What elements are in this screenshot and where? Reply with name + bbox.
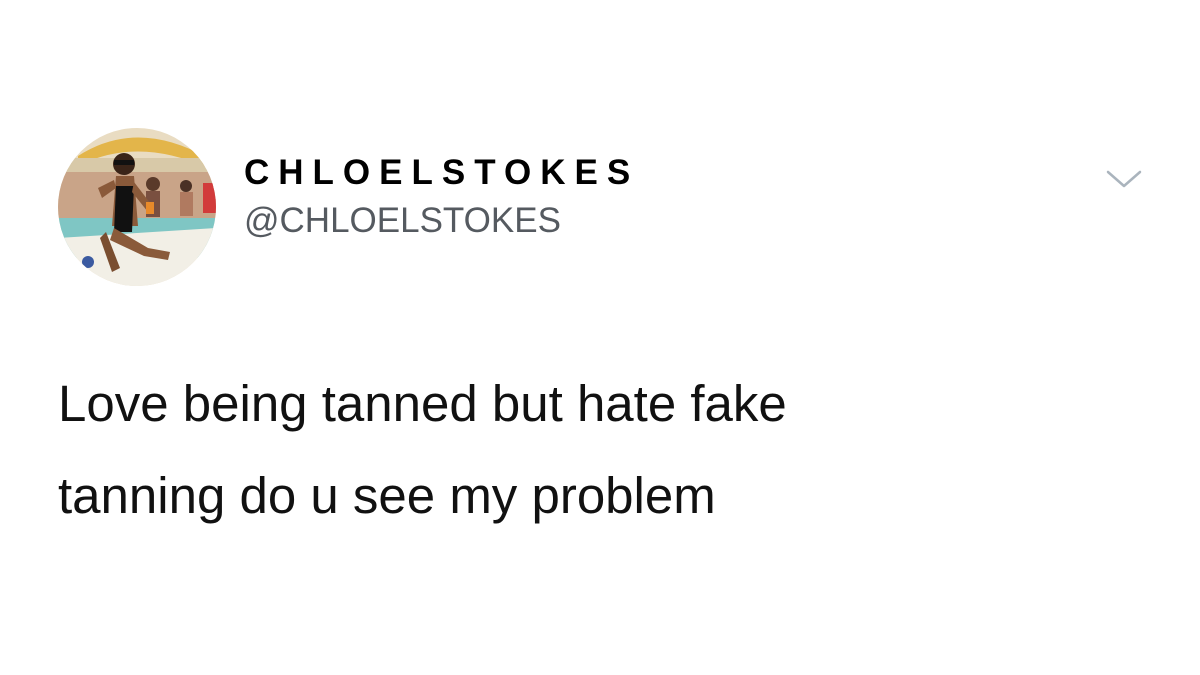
tweet-text-line: Love being tanned but hate fake (58, 375, 787, 432)
chevron-down-icon[interactable] (1104, 168, 1144, 192)
user-names: CHLOELSTOKES @CHLOELSTOKES (244, 152, 639, 242)
display-name[interactable]: CHLOELSTOKES (244, 152, 639, 194)
user-handle[interactable]: @CHLOELSTOKES (244, 200, 639, 242)
tweet-text: Love being tanned but hate fake tanning … (58, 358, 1138, 542)
avatar[interactable] (58, 128, 216, 286)
tweet-text-line: tanning do u see my problem (58, 467, 716, 524)
tweet-header: CHLOELSTOKES @CHLOELSTOKES (58, 128, 639, 286)
avatar-image (58, 128, 216, 286)
tweet-card: CHLOELSTOKES @CHLOELSTOKES Love being ta… (0, 0, 1200, 675)
